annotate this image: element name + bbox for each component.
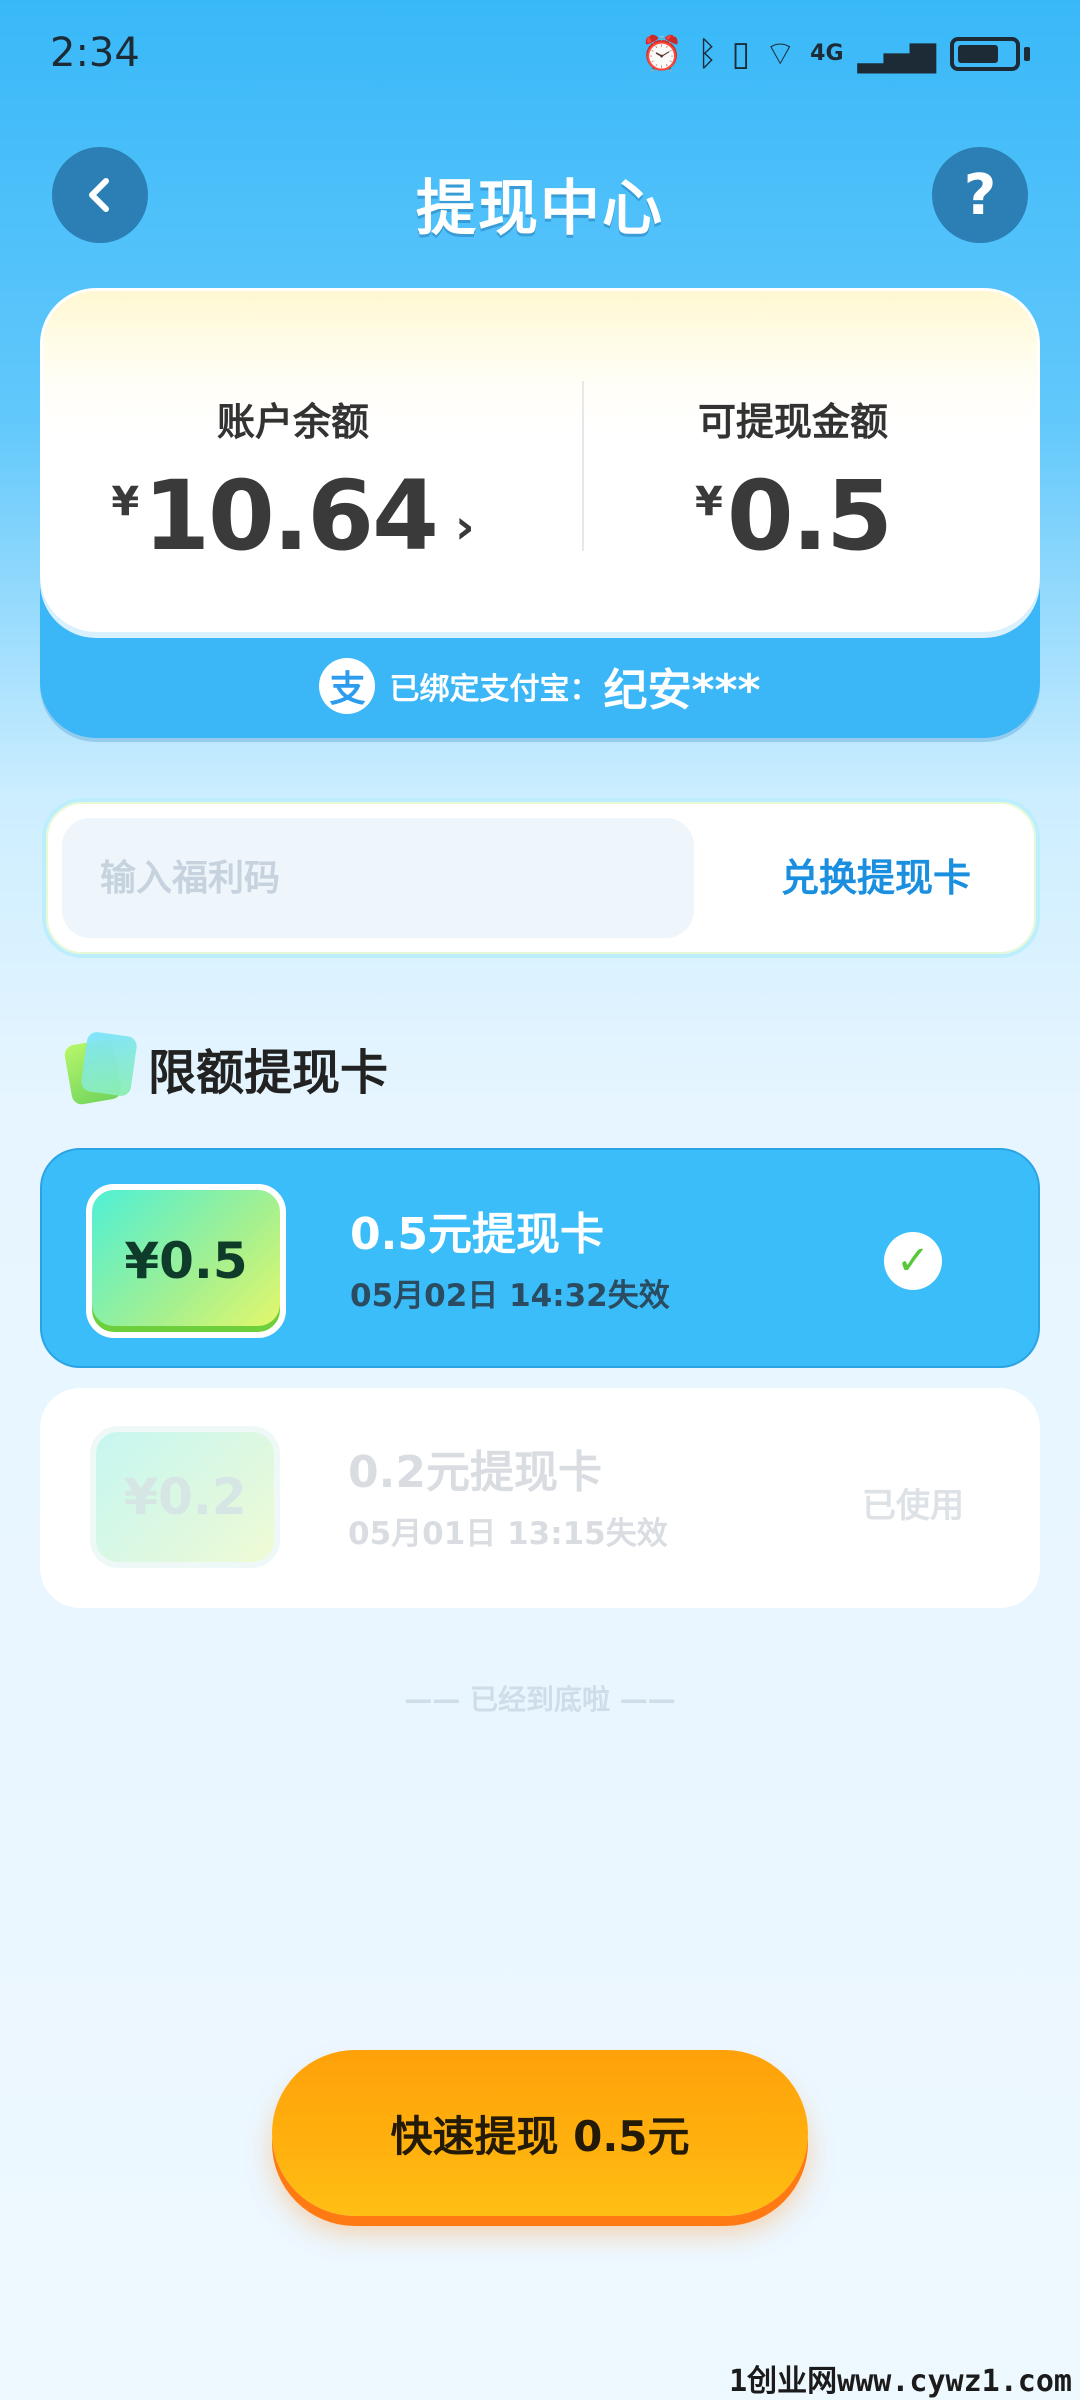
withdraw-card-selected[interactable]: ¥0.5 0.5元提现卡 05月02日 14:32失效 ✓ — [40, 1148, 1040, 1368]
withdrawable-label: 可提现金额 — [697, 400, 888, 444]
alipay-account-name: 纪安*** — [603, 665, 761, 716]
battery-tip — [1024, 47, 1030, 61]
withdrawable-value: 0.5 — [726, 460, 893, 572]
withdraw-card-used: ¥0.2 0.2元提现卡 05月01日 13:15失效 已使用 — [40, 1388, 1040, 1608]
alarm-icon: ⏰ — [640, 34, 684, 74]
status-bar: 2:34 ⏰ ᛒ ▯ ⌔ 4G ▂▄▆ — [0, 0, 1080, 120]
wifi-icon: ⌔ — [764, 34, 797, 74]
withdrawable-balance: 可提现金额 ¥ 0.5 — [543, 291, 1043, 635]
page-title: 提现中心 — [416, 174, 664, 244]
coupon-badge: ¥0.5 — [86, 1184, 286, 1338]
card-title: 0.5元提现卡 — [350, 1209, 604, 1260]
coupon-badge: ¥0.2 — [90, 1426, 280, 1568]
chevron-right-icon: › — [454, 499, 475, 555]
currency-symbol: ¥ — [695, 479, 723, 525]
signal-bars-icon: ▂▄▆ — [857, 34, 936, 74]
balance-panel: 账户余额 ¥ 10.64 › 可提现金额 ¥ 0.5 支 已绑定支付宝： 纪安*… — [40, 288, 1040, 738]
battery-icon — [950, 37, 1020, 71]
status-time: 2:34 — [50, 30, 140, 76]
redeem-card-button[interactable]: 兑换提现卡 — [746, 846, 1006, 910]
account-balance-label: 账户余额 — [216, 400, 369, 444]
quick-withdraw-button[interactable]: 快速提现 0.5元 — [272, 2050, 808, 2216]
balance-card: 账户余额 ¥ 10.64 › 可提现金额 ¥ 0.5 — [40, 288, 1040, 632]
checkmark-icon: ✓ — [884, 1232, 942, 1290]
section-header: 限额提现卡 — [62, 1030, 388, 1106]
account-balance-amount: ¥ 10.64 › — [43, 461, 543, 571]
help-button[interactable]: ? — [932, 147, 1028, 243]
bluetooth-icon: ᛒ — [697, 34, 718, 74]
status-icons: ⏰ ᛒ ▯ ⌔ 4G ▂▄▆ — [641, 32, 1030, 76]
alipay-icon: 支 — [319, 658, 376, 714]
cards-icon — [62, 1030, 138, 1106]
account-balance[interactable]: 账户余额 ¥ 10.64 › — [43, 291, 543, 635]
coupon-value: ¥0.5 — [124, 1232, 248, 1290]
end-of-list-note: —— 已经到底啦 —— — [404, 1683, 676, 1716]
account-balance-value: 10.64 — [143, 460, 439, 572]
card-expiry: 05月02日 14:32失效 — [350, 1278, 670, 1314]
promo-code-box: 兑换提现卡 — [42, 798, 1040, 958]
card-title: 0.2元提现卡 — [348, 1447, 602, 1498]
coupon-value: ¥0.2 — [123, 1468, 247, 1526]
alipay-label: 已绑定支付宝： — [389, 672, 600, 707]
promo-code-input[interactable] — [62, 818, 694, 938]
withdrawable-amount: ¥ 0.5 — [543, 461, 1043, 571]
vibrate-icon: ▯ — [731, 34, 751, 74]
question-icon: ? — [963, 162, 997, 228]
used-status-label: 已使用 — [862, 1486, 964, 1526]
card-expiry: 05月01日 13:15失效 — [348, 1516, 668, 1552]
watermark: 1创业网www.cywz1.com — [729, 2364, 1072, 2399]
currency-symbol: ¥ — [111, 479, 140, 525]
section-title: 限额提现卡 — [148, 1045, 389, 1101]
cellular-signal-icon: 4G — [810, 41, 844, 66]
alipay-binding: 支 已绑定支付宝： 纪安*** — [40, 656, 1040, 716]
